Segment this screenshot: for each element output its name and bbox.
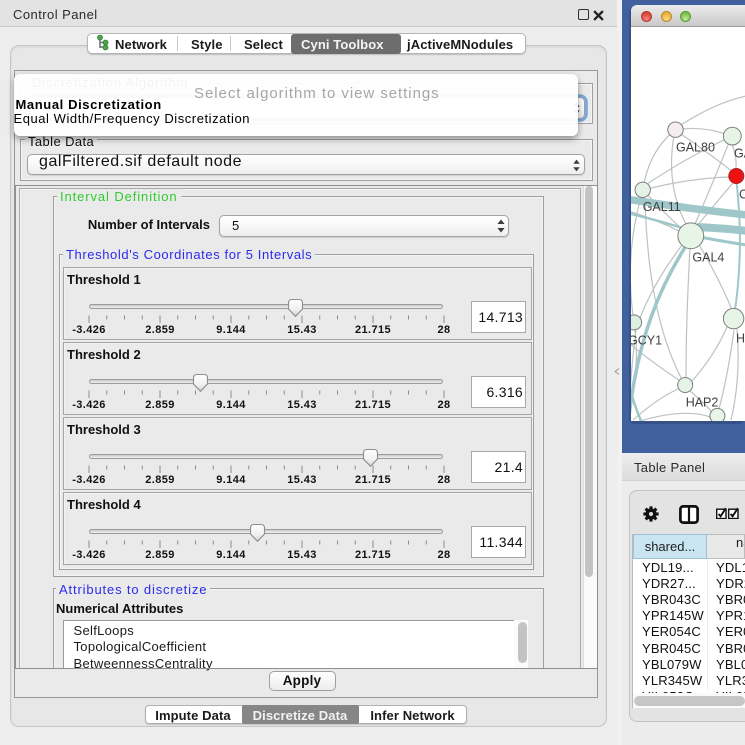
- svg-text:GAL: GAL: [734, 147, 745, 161]
- svg-text:HAP2: HAP2: [686, 396, 719, 410]
- svg-text:GAL11: GAL11: [643, 200, 681, 214]
- svg-text:GCY1: GCY1: [631, 334, 662, 348]
- svg-text:GAL4: GAL4: [692, 251, 724, 265]
- svg-text:H: H: [736, 332, 745, 346]
- svg-text:C: C: [739, 188, 745, 202]
- svg-text:GAL80: GAL80: [676, 141, 715, 155]
